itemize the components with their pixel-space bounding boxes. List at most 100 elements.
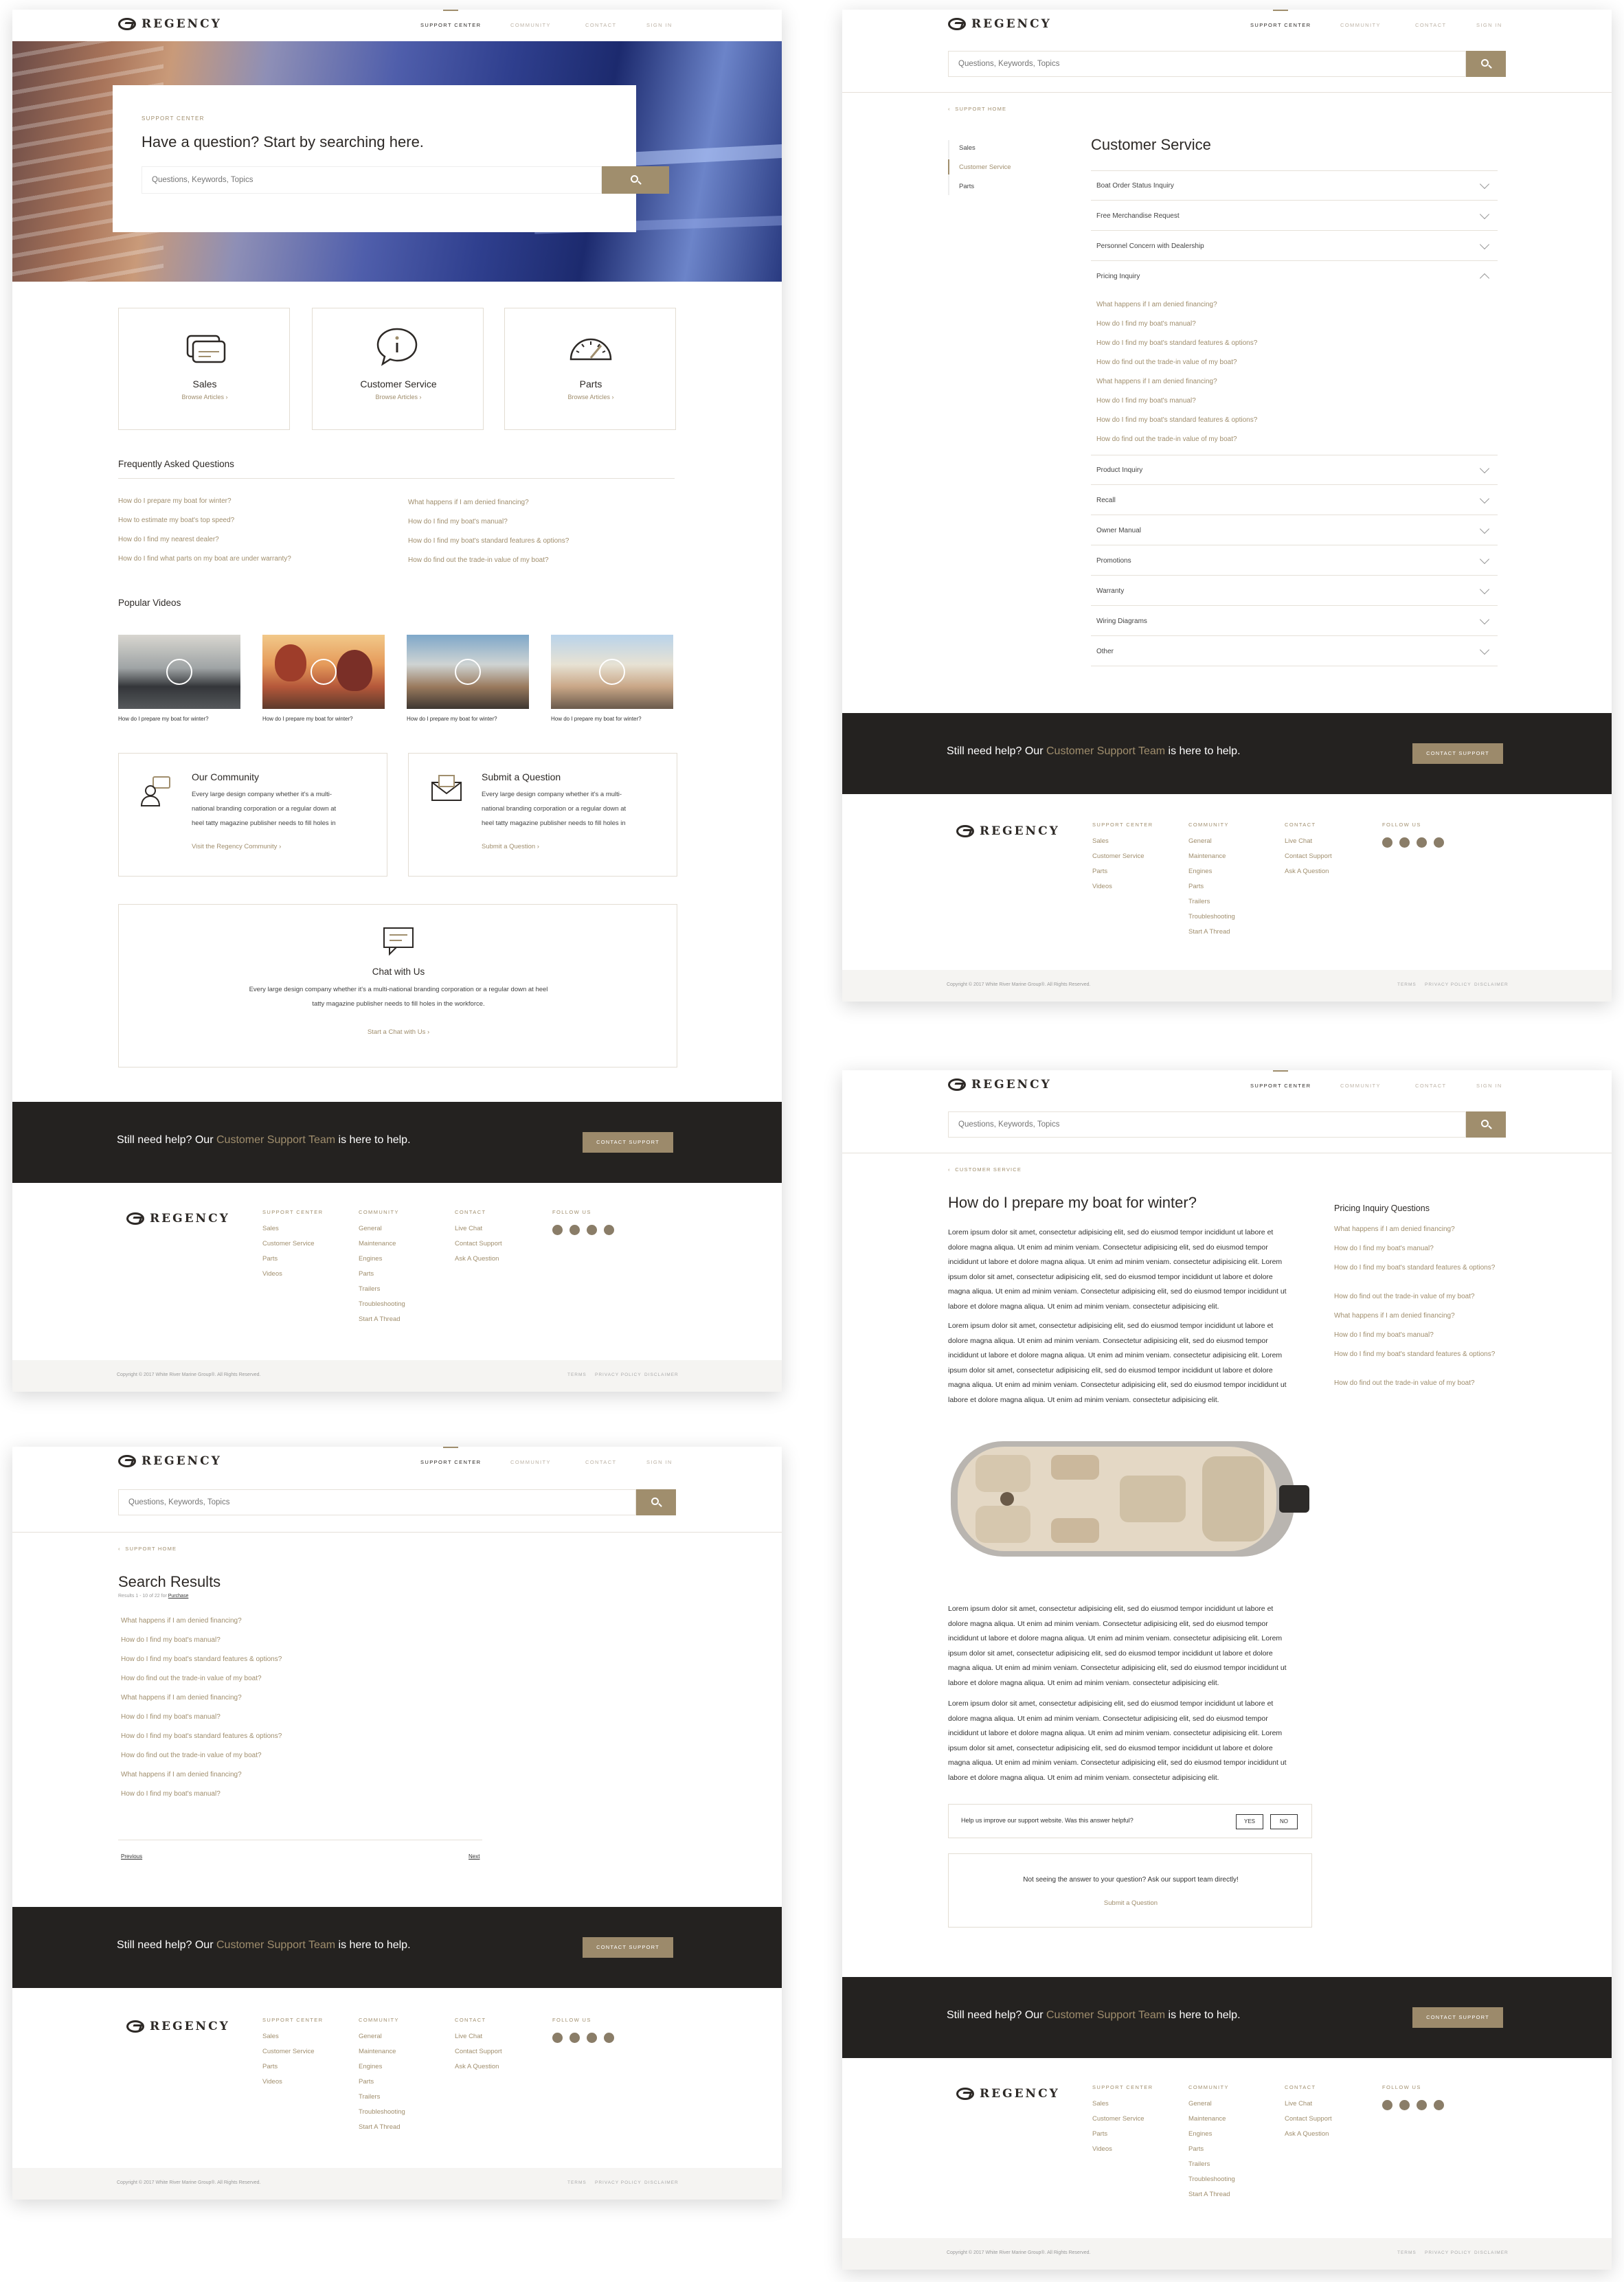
youtube-icon[interactable] <box>604 1225 614 1235</box>
accordion-item[interactable]: Promotions <box>1091 545 1498 576</box>
footer-link[interactable]: Contact Support <box>1285 852 1332 868</box>
twitter-icon[interactable] <box>569 1225 580 1235</box>
twitter-icon[interactable] <box>1399 2100 1410 2110</box>
question-link[interactable]: What happens if I am denied financing? <box>1096 378 1217 385</box>
instagram-icon[interactable] <box>1382 2100 1392 2110</box>
faq-link[interactable]: How do I prepare my boat for winter? <box>118 497 232 505</box>
footer-link[interactable]: Troubleshooting <box>1188 913 1235 928</box>
question-link[interactable]: What happens if I am denied financing? <box>1096 301 1217 308</box>
nav-contact[interactable]: CONTACT <box>1415 1083 1447 1089</box>
footer-link[interactable]: Maintenance <box>1188 2115 1235 2130</box>
no-button[interactable]: NO <box>1270 1814 1298 1829</box>
footer-link[interactable]: Sales <box>1092 2100 1153 2115</box>
hero-search-field[interactable] <box>142 166 602 194</box>
footer-link[interactable]: Customer Service <box>262 2048 324 2063</box>
footer-link[interactable]: Trailers <box>359 2093 405 2108</box>
disclaimer-link[interactable]: DISCLAIMER <box>644 2180 679 2185</box>
sidenav-item-parts[interactable]: Parts <box>959 183 974 190</box>
submit-question-link[interactable]: Submit a Question <box>949 1899 1313 1907</box>
footer-link[interactable]: Maintenance <box>359 1240 405 1255</box>
search-input[interactable] <box>949 52 1465 76</box>
search-field[interactable] <box>118 1489 636 1515</box>
footer-link[interactable]: Trailers <box>1188 898 1235 913</box>
footer-link[interactable]: Parts <box>359 1270 405 1285</box>
footer-link[interactable]: Ask A Question <box>455 1255 502 1270</box>
footer-link[interactable]: Videos <box>262 2078 324 2093</box>
footer-link[interactable]: Customer Service <box>1092 852 1153 868</box>
nav-sign-in[interactable]: SIGN IN <box>1476 22 1502 28</box>
footer-link[interactable]: Engines <box>1188 2130 1235 2145</box>
video-caption[interactable]: How do I prepare my boat for winter? <box>118 716 209 722</box>
video-thumbnail[interactable] <box>551 635 673 709</box>
facebook-icon[interactable] <box>587 1225 597 1235</box>
accordion-item[interactable]: Free Merchandise Request <box>1091 201 1498 231</box>
nav-sign-in[interactable]: SIGN IN <box>1476 1083 1502 1089</box>
result-link[interactable]: How do I find my boat's manual? <box>121 1713 221 1721</box>
contact-support-button[interactable]: CONTACT SUPPORT <box>583 1937 673 1958</box>
disclaimer-link[interactable]: DISCLAIMER <box>1474 982 1509 987</box>
footer-link[interactable]: Engines <box>359 1255 405 1270</box>
footer-link[interactable]: Sales <box>262 2033 324 2048</box>
footer-link[interactable]: General <box>359 1225 405 1240</box>
footer-link[interactable]: General <box>1188 2100 1235 2115</box>
footer-logo[interactable]: REGENCY <box>126 2020 230 2033</box>
facebook-icon[interactable] <box>587 2033 597 2043</box>
nav-sign-in[interactable]: SIGN IN <box>646 22 673 28</box>
instagram-icon[interactable] <box>1382 837 1392 848</box>
instagram-icon[interactable] <box>552 2033 563 2043</box>
sidenav-item-customer-service[interactable]: Customer Service <box>959 163 1011 171</box>
footer-link[interactable]: Videos <box>1092 2145 1153 2160</box>
accordion-item[interactable]: Recall <box>1091 485 1498 515</box>
footer-link[interactable]: Parts <box>262 1255 324 1270</box>
footer-link[interactable]: Engines <box>1188 868 1235 883</box>
footer-link[interactable]: Contact Support <box>455 2048 502 2063</box>
faq-link[interactable]: How do I find what parts on my boat are … <box>118 555 291 563</box>
footer-link[interactable]: Parts <box>1188 2145 1235 2160</box>
footer-link[interactable]: Start A Thread <box>1188 2191 1235 2206</box>
footer-link[interactable]: Troubleshooting <box>359 1300 405 1315</box>
category-card-parts[interactable]: Parts Browse Articles › <box>504 308 676 430</box>
result-link[interactable]: How do find out the trade-in value of my… <box>121 1675 262 1682</box>
facebook-icon[interactable] <box>1417 837 1427 848</box>
sidebar-link[interactable]: What happens if I am denied financing? <box>1334 1225 1455 1233</box>
search-button[interactable] <box>1466 51 1506 77</box>
footer-link[interactable]: Parts <box>1092 2130 1153 2145</box>
sidebar-link[interactable]: How do I find my boat's standard feature… <box>1334 1351 1495 1358</box>
footer-link[interactable]: Trailers <box>1188 2160 1235 2176</box>
result-link[interactable]: How do I find my boat's standard feature… <box>121 1732 282 1740</box>
footer-link[interactable]: Maintenance <box>359 2048 405 2063</box>
footer-link[interactable]: Live Chat <box>455 2033 502 2048</box>
twitter-icon[interactable] <box>569 2033 580 2043</box>
result-link[interactable]: How do find out the trade-in value of my… <box>121 1752 262 1759</box>
footer-link[interactable]: Start A Thread <box>359 2123 405 2138</box>
footer-link[interactable]: Live Chat <box>455 1225 502 1240</box>
accordion-item[interactable]: Wiring Diagrams <box>1091 606 1498 636</box>
search-input[interactable] <box>949 1112 1465 1137</box>
terms-link[interactable]: TERMS <box>1397 982 1417 987</box>
yes-button[interactable]: YES <box>1236 1814 1263 1829</box>
footer-link[interactable]: Start A Thread <box>1188 928 1235 943</box>
faq-link[interactable]: How do I find my boat's manual? <box>408 518 508 526</box>
footer-link[interactable]: Start A Thread <box>359 1315 405 1331</box>
category-link[interactable]: Browse Articles › <box>313 394 484 400</box>
sidebar-link[interactable]: How do I find my boat's manual? <box>1334 1331 1434 1339</box>
hero-search-button[interactable] <box>602 166 669 194</box>
footer-link[interactable]: Ask A Question <box>1285 2130 1332 2145</box>
faq-link[interactable]: How do I find my boat's standard feature… <box>408 537 569 545</box>
footer-link[interactable]: Videos <box>1092 883 1153 898</box>
video-caption[interactable]: How do I prepare my boat for winter? <box>262 716 353 722</box>
video-thumbnail[interactable] <box>118 635 240 709</box>
search-input[interactable] <box>119 1490 635 1515</box>
nav-sign-in[interactable]: SIGN IN <box>646 1459 673 1465</box>
nav-support-center[interactable]: SUPPORT CENTER <box>1250 10 1311 28</box>
privacy-link[interactable]: PRIVACY POLICY <box>1425 982 1471 987</box>
support-team-link[interactable]: Customer Support Team <box>1046 745 1165 757</box>
footer-link[interactable]: General <box>359 2033 405 2048</box>
nav-community[interactable]: COMMUNITY <box>510 1459 551 1465</box>
category-link[interactable]: Browse Articles › <box>119 394 291 400</box>
nav-community[interactable]: COMMUNITY <box>1340 22 1381 28</box>
community-link[interactable]: Visit the Regency Community › <box>192 843 281 850</box>
footer-link[interactable]: Troubleshooting <box>359 2108 405 2123</box>
footer-link[interactable]: Parts <box>262 2063 324 2078</box>
footer-logo[interactable]: REGENCY <box>956 824 1060 838</box>
